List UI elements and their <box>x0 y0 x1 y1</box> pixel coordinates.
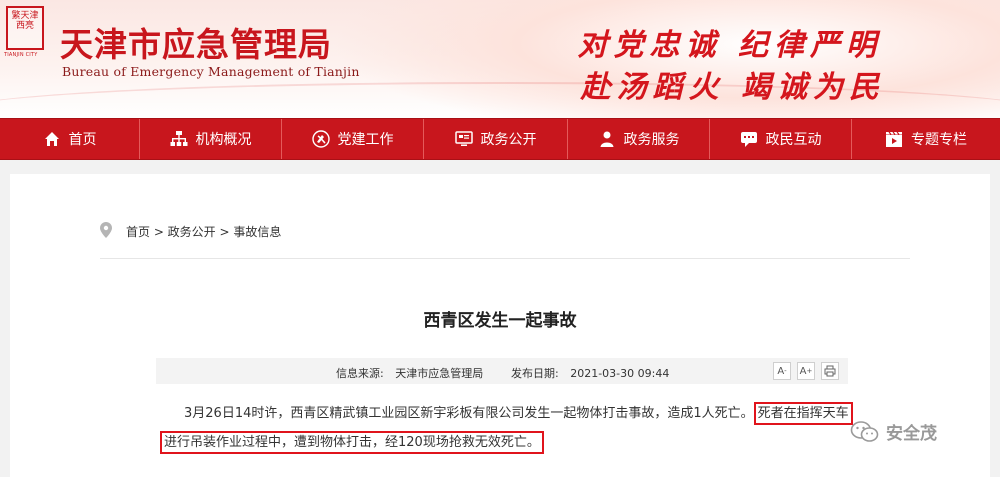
party-emblem-icon <box>311 130 330 148</box>
person-icon <box>598 130 616 148</box>
watermark: 安全茂 <box>850 419 937 444</box>
article-title: 西青区发生一起事故 <box>423 311 577 331</box>
nav-label: 政务公开 <box>480 132 537 148</box>
nav-label: 机构概况 <box>195 132 252 148</box>
slogan-line-2: 赴汤蹈火 竭诚为民 <box>580 70 885 105</box>
film-icon <box>885 130 903 148</box>
emblem-logo[interactable]: 繁天津 西亮 <box>6 6 44 50</box>
org-chart-icon <box>170 130 188 148</box>
content-card: 首页 > 政务公开 > 事故信息 西青区发生一起事故 信息来源: 天津市应急管理… <box>10 174 990 477</box>
site-title[interactable]: 天津市应急管理局 <box>60 18 332 66</box>
font-increase-button[interactable]: A + <box>797 362 815 380</box>
nav-label: 政务服务 <box>623 132 680 148</box>
date-value: 2021-03-30 09:44 <box>570 367 670 380</box>
source-label: 信息来源: <box>336 367 384 380</box>
nav-item-home[interactable]: 首页 <box>0 119 140 159</box>
body-text: 3月26日14时许，西青区精武镇工业园区新宇彩板有限公司发生一起物体打击事故，造… <box>184 406 754 421</box>
breadcrumb: 首页 > 政务公开 > 事故信息 <box>100 222 281 241</box>
main-nav: 首页 机构概况 党建工作 政务公开 政务服务 政民互动 专题专栏 <box>0 118 1000 160</box>
chat-icon <box>740 130 758 148</box>
location-pin-icon <box>100 222 112 241</box>
print-icon <box>824 365 836 377</box>
font-decrease-button[interactable]: A- <box>773 362 791 380</box>
breadcrumb-text[interactable]: 首页 > 政务公开 > 事故信息 <box>126 223 281 240</box>
seal-text: 繁天津 西亮 <box>11 11 39 31</box>
home-icon <box>43 130 61 148</box>
body-line-1: 3月26日14时许，西青区精武镇工业园区新宇彩板有限公司发生一起物体打击事故，造… <box>184 400 853 427</box>
seal-subtitle: TIANJIN CITY <box>4 52 38 58</box>
source-value: 天津市应急管理局 <box>395 367 484 380</box>
nav-item-gov-open[interactable]: 政务公开 <box>424 119 568 159</box>
nav-label: 政民互动 <box>765 132 822 148</box>
body-line-2: 进行吊装作业过程中，遭到物体打击，经120现场抢救无效死亡。 <box>160 429 544 456</box>
nav-item-gov-service[interactable]: 政务服务 <box>568 119 710 159</box>
nav-item-topics[interactable]: 专题专栏 <box>852 119 1000 159</box>
highlight-box: 进行吊装作业过程中，遭到物体打击，经120现场抢救无效死亡。 <box>160 431 544 454</box>
nav-label: 党建工作 <box>337 132 394 148</box>
watermark-text: 安全茂 <box>886 424 937 444</box>
monitor-icon <box>454 130 473 148</box>
nav-label: 专题专栏 <box>911 132 967 148</box>
wechat-icon <box>850 420 879 442</box>
site-header: 繁天津 西亮 TIANJIN CITY 天津市应急管理局 Bureau of E… <box>0 0 1000 118</box>
print-button[interactable] <box>821 362 839 380</box>
divider <box>100 258 910 259</box>
nav-item-party[interactable]: 党建工作 <box>282 119 424 159</box>
site-title-english: Bureau of Emergency Management of Tianji… <box>62 64 360 79</box>
nav-label: 首页 <box>68 132 97 148</box>
date-label: 发布日期: <box>511 367 559 380</box>
article-meta-bar: 信息来源: 天津市应急管理局 发布日期: 2021-03-30 09:44 A-… <box>156 358 848 384</box>
highlight-box: 死者在指挥天车 <box>753 402 853 425</box>
slogan-line-1: 对党忠诚 纪律严明 <box>577 28 882 63</box>
article-date: 发布日期: 2021-03-30 09:44 <box>511 365 669 381</box>
nav-item-org[interactable]: 机构概况 <box>140 119 282 159</box>
nav-item-interaction[interactable]: 政民互动 <box>710 119 852 159</box>
article-source: 信息来源: 天津市应急管理局 <box>336 365 483 381</box>
